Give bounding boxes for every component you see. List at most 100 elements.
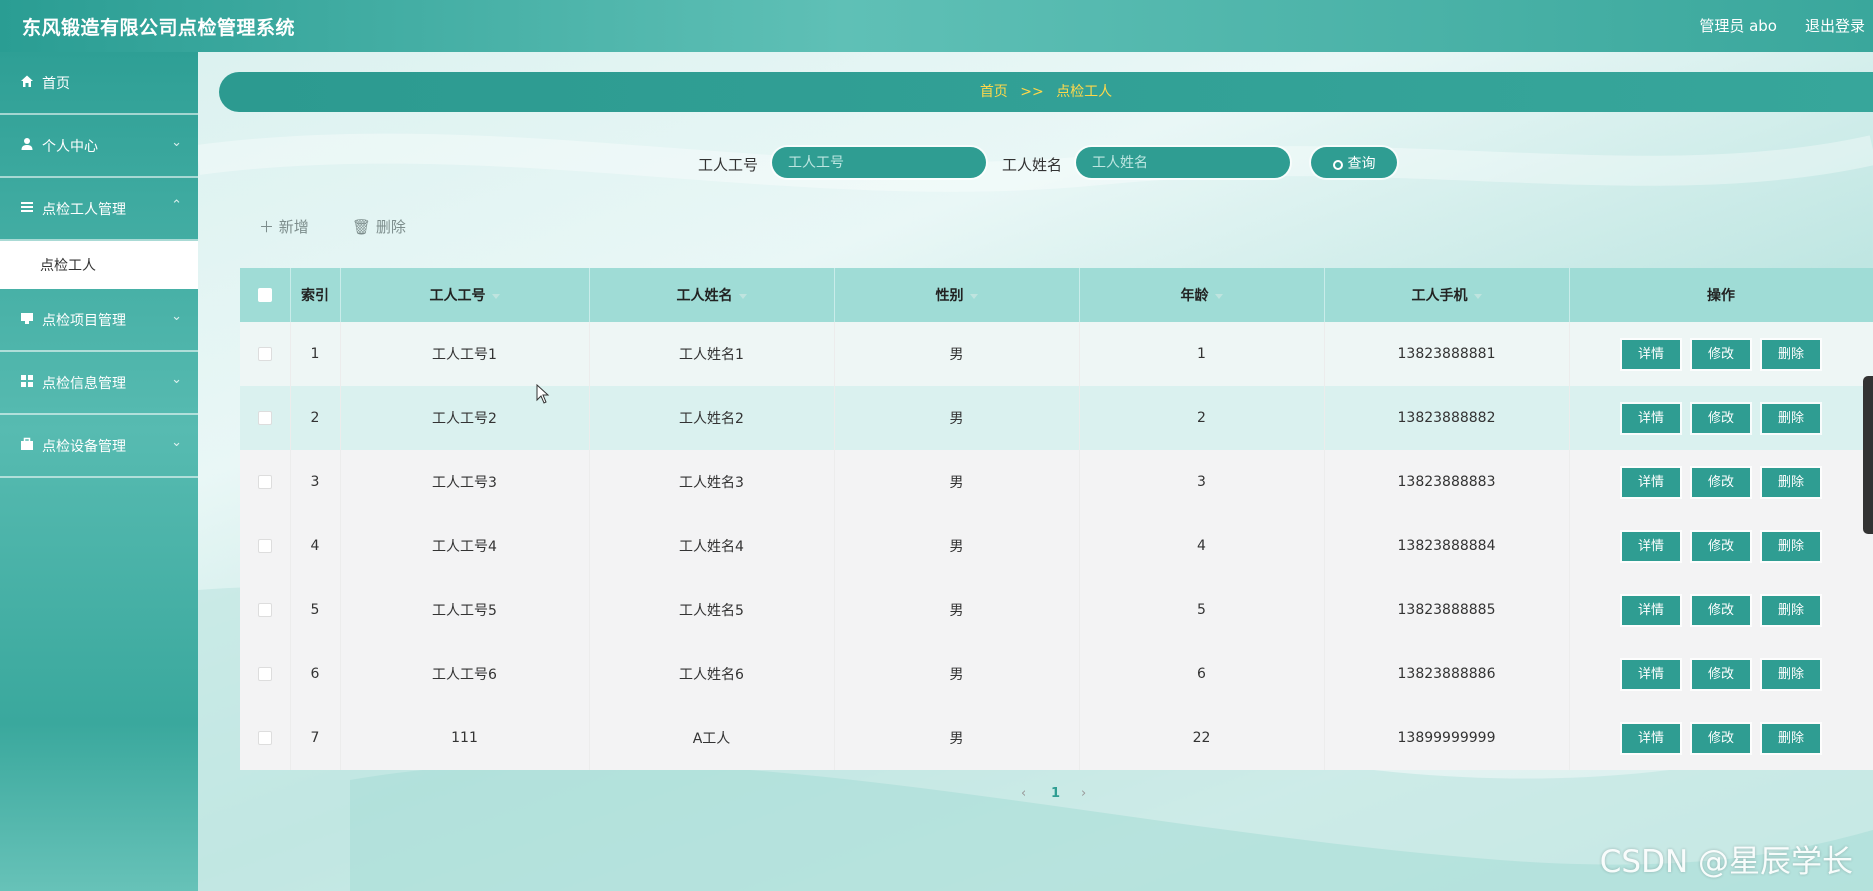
phone-cell: 13823888882 [1324, 386, 1570, 450]
select-all-checkbox[interactable] [257, 288, 272, 302]
index-cell: 5 [290, 578, 341, 642]
detail-button[interactable]: 详情 [1622, 723, 1680, 753]
edit-button[interactable]: 修改 [1692, 403, 1750, 433]
logout-link[interactable]: 退出登录 [1805, 15, 1865, 36]
detail-button[interactable]: 详情 [1622, 531, 1680, 561]
gender-cell: 男 [834, 322, 1080, 386]
delete-button[interactable]: 删除 [1762, 659, 1820, 689]
column-header[interactable]: 年龄 [1079, 268, 1325, 322]
worker-name-cell: A工人 [589, 706, 835, 770]
detail-button[interactable]: 详情 [1622, 659, 1680, 689]
scrollbar-handle[interactable] [1863, 376, 1873, 534]
delete-button[interactable]: 删除 [1762, 467, 1820, 497]
sort-icon[interactable] [1214, 294, 1223, 299]
row-checkbox[interactable] [257, 603, 272, 617]
monitor-icon [20, 311, 34, 325]
row-select-cell[interactable] [240, 386, 291, 450]
delete-button[interactable]: 删除 [1762, 723, 1820, 753]
sidebar-item-personal-center[interactable]: 个人中心 ⌄ [0, 115, 198, 178]
delete-button[interactable]: 删除 [1762, 531, 1820, 561]
sort-icon[interactable] [1473, 294, 1482, 299]
edit-button[interactable]: 修改 [1692, 723, 1750, 753]
delete-button[interactable]: 删除 [1762, 339, 1820, 369]
sort-icon[interactable] [969, 294, 978, 299]
delete-button[interactable]: 删除 [1762, 595, 1820, 625]
age-cell: 4 [1079, 514, 1325, 578]
prev-page-button[interactable]: ‹ [1021, 786, 1026, 801]
worker-id-input[interactable] [772, 147, 986, 178]
age-cell: 22 [1079, 706, 1325, 770]
row-checkbox[interactable] [257, 539, 272, 553]
watermark: CSDN @星辰学长 [1599, 844, 1853, 880]
user-icon [20, 137, 34, 151]
sidebar-subitem-worker[interactable]: 点检工人 [0, 241, 198, 289]
edit-button[interactable]: 修改 [1692, 339, 1750, 369]
list-icon [20, 200, 34, 214]
worker-name-input[interactable] [1076, 147, 1290, 178]
index-cell: 4 [290, 514, 341, 578]
row-checkbox[interactable] [257, 667, 272, 681]
sort-icon[interactable] [738, 294, 747, 299]
breadcrumb-current: 点检工人 [1056, 84, 1113, 100]
column-header[interactable]: 工人工号 [340, 268, 590, 322]
detail-button[interactable]: 详情 [1622, 467, 1680, 497]
age-cell: 1 [1079, 322, 1325, 386]
chevron-down-icon: ⌄ [171, 309, 182, 324]
age-cell: 2 [1079, 386, 1325, 450]
column-header[interactable]: 性别 [834, 268, 1080, 322]
row-checkbox[interactable] [257, 475, 272, 489]
operations-cell: 详情 修改 删除 [1569, 514, 1873, 578]
edit-button[interactable]: 修改 [1692, 531, 1750, 561]
index-cell: 2 [290, 386, 341, 450]
column-header-label: 工人姓名 [676, 288, 733, 304]
edit-button[interactable]: 修改 [1692, 659, 1750, 689]
table-row: 1 工人工号1 工人姓名1 男 1 13823888881 详情 修改 删除 [240, 322, 1873, 386]
detail-button[interactable]: 详情 [1622, 339, 1680, 369]
delete-button[interactable]: 删除 [1762, 403, 1820, 433]
sidebar-item-label: 点检项目管理 [42, 313, 126, 329]
row-checkbox[interactable] [257, 347, 272, 361]
grid-icon [20, 374, 34, 388]
row-select-cell[interactable] [240, 450, 291, 514]
index-cell: 3 [290, 450, 341, 514]
breadcrumb-home[interactable]: 首页 [980, 84, 1008, 100]
sidebar-item-worker-management[interactable]: 点检工人管理 ⌃ [0, 178, 198, 241]
sidebar-item-device-management[interactable]: 点检设备管理 ⌄ [0, 415, 198, 478]
table-header-row: 索引 工人工号 工人姓名 性别 年龄 工人手机 操作 [240, 268, 1873, 322]
detail-button[interactable]: 详情 [1622, 403, 1680, 433]
row-select-cell[interactable] [240, 578, 291, 642]
query-button[interactable]: 查询 [1311, 147, 1397, 178]
index-cell: 1 [290, 322, 341, 386]
row-select-cell[interactable] [240, 322, 291, 386]
sidebar-item-project-management[interactable]: 点检项目管理 ⌄ [0, 289, 198, 352]
select-all-cell[interactable] [240, 268, 291, 322]
row-checkbox[interactable] [257, 411, 272, 425]
phone-cell: 13899999999 [1324, 706, 1570, 770]
column-header[interactable]: 工人手机 [1324, 268, 1570, 322]
row-select-cell[interactable] [240, 642, 291, 706]
worker-name-cell: 工人姓名2 [589, 386, 835, 450]
phone-cell: 13823888886 [1324, 642, 1570, 706]
row-select-cell[interactable] [240, 514, 291, 578]
column-header[interactable]: 工人姓名 [589, 268, 835, 322]
detail-button[interactable]: 详情 [1622, 595, 1680, 625]
sidebar-item-home[interactable]: 首页 [0, 52, 198, 115]
sort-icon[interactable] [491, 294, 500, 299]
age-cell: 5 [1079, 578, 1325, 642]
operations-cell: 详情 修改 删除 [1569, 322, 1873, 386]
table-row: 6 工人工号6 工人姓名6 男 6 13823888886 详情 修改 删除 [240, 642, 1873, 706]
worker-name-cell: 工人姓名5 [589, 578, 835, 642]
add-label: 新增 [278, 218, 309, 236]
add-button[interactable]: ＋ 新增 [259, 216, 309, 237]
sidebar-item-info-management[interactable]: 点检信息管理 ⌄ [0, 352, 198, 415]
page-number[interactable]: 1 [1051, 786, 1060, 801]
worker-table: 索引 工人工号 工人姓名 性别 年龄 工人手机 操作 1 工人工号1 工人姓名1 男 1… [240, 268, 1873, 770]
next-page-button[interactable]: › [1081, 786, 1086, 801]
row-checkbox[interactable] [257, 731, 272, 745]
row-select-cell[interactable] [240, 706, 291, 770]
edit-button[interactable]: 修改 [1692, 467, 1750, 497]
batch-delete-button[interactable]: 🗑 删除 [352, 216, 406, 237]
edit-button[interactable]: 修改 [1692, 595, 1750, 625]
worker-name-cell: 工人姓名1 [589, 322, 835, 386]
operations-cell: 详情 修改 删除 [1569, 706, 1873, 770]
